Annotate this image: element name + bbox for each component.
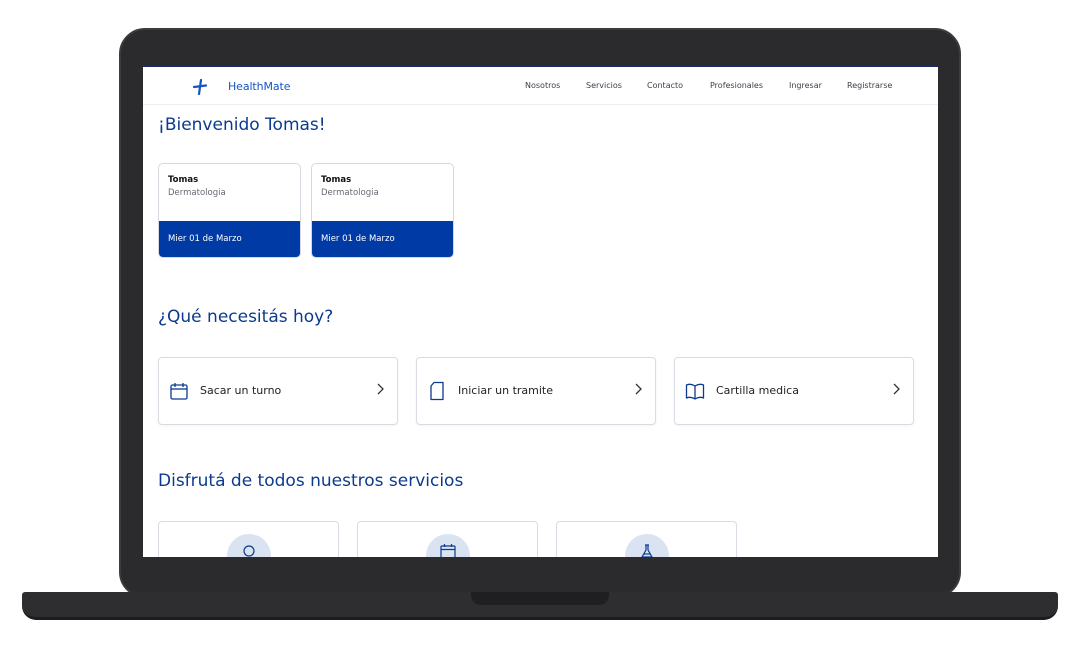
action-label: Iniciar un tramite [458, 384, 554, 397]
book-icon [685, 383, 705, 400]
service-card[interactable] [357, 521, 538, 557]
laptop-notch [471, 592, 609, 605]
logo-cross-icon[interactable] [192, 79, 208, 95]
welcome-title: ¡Bienvenido Tomas! [158, 115, 326, 135]
action-cartilla-medica[interactable]: Cartilla medica [674, 357, 914, 425]
needs-title: ¿Qué necesitás hoy? [158, 307, 334, 327]
document-icon [430, 381, 444, 401]
action-label: Cartilla medica [716, 384, 799, 397]
service-icon-bg [426, 534, 470, 557]
calendar-icon [170, 383, 188, 400]
calendar-icon [440, 544, 456, 557]
chevron-right-icon [635, 383, 642, 395]
action-label: Sacar un turno [200, 384, 282, 397]
appointment-date: Mier 01 de Marzo [168, 234, 242, 244]
nav-link-contacto[interactable]: Contacto [647, 81, 683, 90]
top-nav: HealthMate Nosotros Servicios Contacto P… [143, 67, 938, 105]
app-screen: HealthMate Nosotros Servicios Contacto P… [143, 65, 938, 557]
appointment-card[interactable]: Tomas Dermatologia Mier 01 de Marzo [158, 163, 301, 258]
action-sacar-turno[interactable]: Sacar un turno [158, 357, 398, 425]
nav-link-registrarse[interactable]: Registrarse [847, 81, 892, 90]
appointment-patient: Tomas [168, 175, 199, 185]
appointment-date: Mier 01 de Marzo [321, 234, 395, 244]
nav-link-ingresar[interactable]: Ingresar [789, 81, 822, 90]
flask-icon [641, 544, 653, 557]
action-iniciar-tramite[interactable]: Iniciar un tramite [416, 357, 656, 425]
nav-link-nosotros[interactable]: Nosotros [525, 81, 560, 90]
chevron-right-icon [377, 383, 384, 395]
appointment-card[interactable]: Tomas Dermatologia Mier 01 de Marzo [311, 163, 454, 258]
service-icon-bg [227, 534, 271, 557]
service-icon-bg [625, 534, 669, 557]
appointment-patient: Tomas [321, 175, 352, 185]
brand-name[interactable]: HealthMate [228, 80, 291, 93]
appointment-date-bar: Mier 01 de Marzo [159, 221, 300, 257]
nav-link-profesionales[interactable]: Profesionales [710, 81, 763, 90]
appointment-specialty: Dermatologia [321, 188, 379, 198]
service-card[interactable] [158, 521, 339, 557]
chevron-right-icon [893, 383, 900, 395]
service-card[interactable] [556, 521, 737, 557]
circle-icon [243, 545, 255, 557]
nav-link-servicios[interactable]: Servicios [586, 81, 622, 90]
appointment-specialty: Dermatologia [168, 188, 226, 198]
services-title: Disfrutá de todos nuestros servicios [158, 471, 464, 491]
appointment-date-bar: Mier 01 de Marzo [312, 221, 453, 257]
